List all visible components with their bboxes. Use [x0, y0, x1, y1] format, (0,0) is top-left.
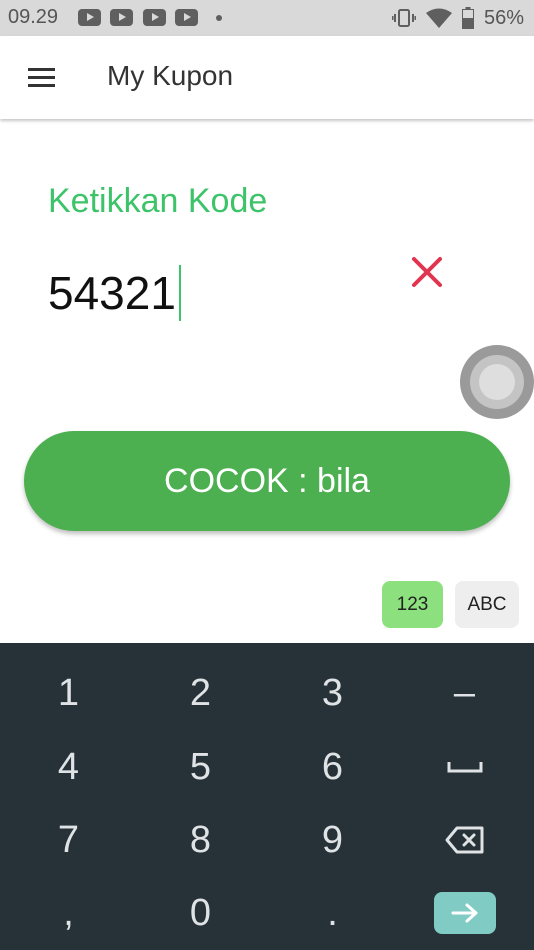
- code-input-value: 54321: [48, 267, 176, 319]
- key-space[interactable]: [398, 730, 531, 804]
- more-dot-icon: [216, 15, 222, 21]
- close-icon[interactable]: [408, 253, 446, 291]
- key-4[interactable]: 4: [2, 730, 135, 804]
- status-time: 09.29: [8, 6, 59, 28]
- match-button[interactable]: COCOK : bila: [24, 431, 510, 531]
- key-period[interactable]: .: [266, 876, 399, 950]
- key-8[interactable]: 8: [134, 803, 267, 877]
- youtube-icon: [143, 9, 166, 26]
- battery-percent: 56%: [483, 6, 524, 29]
- match-button-label: COCOK : bila: [164, 461, 370, 500]
- key-comma[interactable]: ,: [2, 876, 135, 950]
- key-backspace[interactable]: [398, 803, 531, 877]
- key-7[interactable]: 7: [2, 803, 135, 877]
- key-minus[interactable]: –: [398, 656, 531, 730]
- enter-button[interactable]: [433, 892, 496, 934]
- space-icon: [447, 762, 482, 773]
- arrow-right-icon: [451, 903, 477, 923]
- numeric-mode-button[interactable]: 123: [382, 581, 443, 628]
- key-1[interactable]: 1: [2, 656, 135, 730]
- key-5[interactable]: 5: [134, 730, 267, 804]
- status-bar: 09.29 56%: [0, 0, 534, 36]
- page-title: My Kupon: [107, 60, 234, 91]
- backspace-icon: [445, 826, 483, 854]
- battery-icon: [461, 7, 474, 29]
- key-2[interactable]: 2: [134, 656, 267, 730]
- key-0[interactable]: 0: [134, 876, 267, 950]
- code-input[interactable]: 54321: [48, 262, 181, 324]
- key-9[interactable]: 9: [266, 803, 399, 877]
- youtube-icon: [175, 9, 198, 26]
- hamburger-menu-icon[interactable]: [28, 68, 55, 88]
- code-label: Ketikkan Kode: [48, 182, 268, 220]
- wifi-icon: [425, 8, 452, 28]
- youtube-icon: [110, 9, 133, 26]
- key-enter[interactable]: [398, 876, 531, 950]
- status-right-group: 56%: [391, 6, 524, 30]
- key-3[interactable]: 3: [266, 656, 399, 730]
- alpha-mode-button[interactable]: ABC: [455, 581, 519, 628]
- vibrate-icon: [391, 9, 416, 27]
- assistive-touch-button[interactable]: [460, 345, 534, 419]
- youtube-icon: [78, 9, 101, 26]
- app-bar: My Kupon: [0, 36, 534, 119]
- key-6[interactable]: 6: [266, 730, 399, 804]
- numeric-keyboard: 1 2 3 – 4 5 6 7 8 9 , 0 .: [0, 643, 534, 950]
- text-caret: [178, 265, 181, 321]
